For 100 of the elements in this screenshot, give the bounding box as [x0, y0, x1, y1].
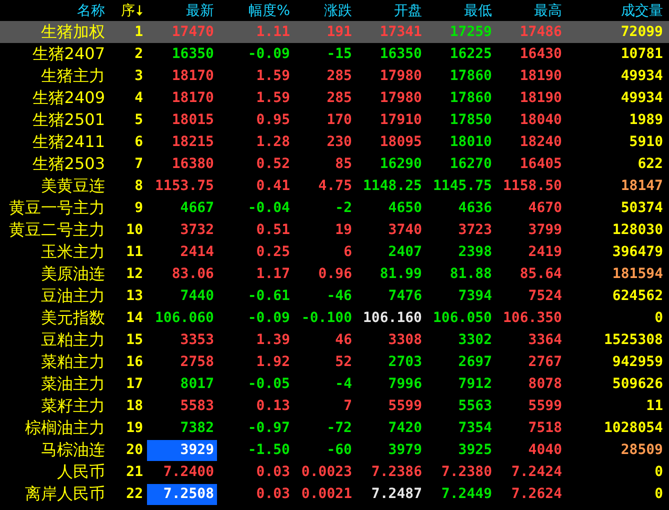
- row-number: 14: [126, 310, 143, 326]
- table-cell: 0: [654, 464, 663, 480]
- table-row[interactable]: 豆油主力 13 7440 -0.61 -46 7476 7394 7524 624562: [0, 285, 669, 307]
- table-cell: 7996: [388, 376, 422, 392]
- table-cell: 1.28: [256, 134, 290, 150]
- table-row[interactable]: 菜油主力 17 8017 -0.05 -4 7996 7912 8078 509626: [0, 373, 669, 395]
- table-row[interactable]: 人民币 21 7.2400 0.03 0.0023 7.2386 7.2380 7.2424 0: [0, 461, 669, 483]
- table-cell: 7912: [458, 376, 492, 392]
- table-cell: 50374: [620, 200, 663, 216]
- table-row[interactable]: 生猪主力 3 18170 1.59 285 17980 17860 18190 49934: [0, 65, 669, 87]
- table-cell: 1158.50: [502, 178, 562, 194]
- table-cell: 1148.25: [362, 178, 422, 194]
- table-cell: 49934: [620, 68, 663, 84]
- price-cell: 5583: [180, 398, 214, 414]
- row-number: 4: [134, 90, 143, 106]
- table-row[interactable]: 菜粕主力 16 2758 1.92 52 2703 2697 2767 942959: [0, 351, 669, 373]
- column-header[interactable]: 序: [121, 2, 135, 20]
- table-cell: 230: [326, 134, 352, 150]
- table-row[interactable]: 生猪2407 2 16350 -0.09 -15 16350 16225 16430 10781: [0, 43, 669, 65]
- table-cell: 7524: [528, 288, 562, 304]
- instrument-name: 生猪2503: [32, 154, 105, 174]
- table-row[interactable]: 玉米主力 11 2414 0.25 6 2407 2398 2419 396479: [0, 241, 669, 263]
- instrument-name: 离岸人民币: [25, 484, 105, 504]
- price-cell: 16380: [172, 156, 214, 172]
- column-header[interactable]: 最高: [534, 2, 562, 20]
- instrument-name: 菜油主力: [41, 374, 105, 394]
- table-cell: 7.2386: [371, 464, 422, 480]
- column-header[interactable]: 名称: [77, 2, 105, 20]
- column-header[interactable]: 涨跌: [324, 2, 352, 20]
- table-row[interactable]: 离岸人民币 22 7.2508 0.03 0.0021 7.2487 7.2449 7.2624 0: [0, 483, 669, 505]
- table-cell: 396479: [612, 244, 663, 260]
- table-cell: 7476: [388, 288, 422, 304]
- row-number: 16: [126, 354, 143, 370]
- price-cell: 7.2400: [163, 464, 214, 480]
- table-cell: 4670: [528, 200, 562, 216]
- table-row[interactable]: 棕榈油主力 19 7382 -0.97 -72 7420 7354 7518 1028054: [0, 417, 669, 439]
- table-cell: 0.25: [256, 244, 290, 260]
- column-header[interactable]: 幅度%: [248, 2, 290, 20]
- table-cell: -0.97: [248, 420, 290, 436]
- table-cell: 1.17: [256, 266, 290, 282]
- table-cell: 85.64: [520, 266, 562, 282]
- table-cell: 16290: [380, 156, 422, 172]
- table-cell: -0.61: [248, 288, 290, 304]
- row-number: 10: [126, 222, 143, 238]
- table-cell: 181594: [612, 266, 663, 282]
- table-cell: 0.03: [256, 486, 290, 502]
- table-cell: 509626: [612, 376, 663, 392]
- table-cell: 2703: [388, 354, 422, 370]
- table-cell: -46: [326, 288, 352, 304]
- instrument-name: 生猪2501: [32, 110, 105, 130]
- table-cell: -1.50: [248, 442, 290, 458]
- table-row[interactable]: 生猪2503 7 16380 0.52 85 16290 16270 16405 622: [0, 153, 669, 175]
- table-cell: 46: [335, 332, 352, 348]
- instrument-name: 菜粕主力: [41, 352, 105, 372]
- price-cell: 7382: [180, 420, 214, 436]
- instrument-name: 豆粕主力: [41, 330, 105, 350]
- row-number: 6: [134, 134, 143, 150]
- price-cell: 2414: [180, 244, 214, 260]
- table-cell: 285: [326, 68, 352, 84]
- column-header[interactable]: 最新: [186, 2, 214, 20]
- instrument-name: 玉米主力: [41, 242, 105, 262]
- column-header[interactable]: 成交量: [621, 2, 663, 20]
- table-cell: 18095: [380, 134, 422, 150]
- table-row[interactable]: 生猪2501 5 18015 0.95 170 17910 17850 18040 1989: [0, 109, 669, 131]
- table-cell: -60: [326, 442, 352, 458]
- table-cell: 7.2624: [511, 486, 562, 502]
- price-cell: 4667: [180, 200, 214, 216]
- table-row[interactable]: 生猪2409 4 18170 1.59 285 17980 17860 18190 49934: [0, 87, 669, 109]
- row-number: 9: [134, 200, 143, 216]
- table-cell: 7420: [388, 420, 422, 436]
- table-row[interactable]: 菜籽主力 18 5583 0.13 7 5599 5563 5599 11: [0, 395, 669, 417]
- table-cell: 106.350: [502, 310, 562, 326]
- table-row[interactable]: 美元指数 14 106.060 -0.09 -0.100 106.160 106.050 106.350 0: [0, 307, 669, 329]
- table-cell: 3799: [528, 222, 562, 238]
- table-cell: -2: [335, 200, 352, 216]
- table-row[interactable]: 生猪加权 1 17470 1.11 191 17341 17259 17486 72099: [0, 21, 669, 43]
- table-cell: 1525308: [604, 332, 663, 348]
- column-header[interactable]: 开盘: [394, 2, 422, 20]
- table-cell: 49934: [620, 90, 663, 106]
- row-number: 5: [134, 112, 143, 128]
- table-cell: 11: [646, 398, 663, 414]
- table-row[interactable]: 豆粕主力 15 3353 1.39 46 3308 3302 3364 1525308: [0, 329, 669, 351]
- instrument-name: 生猪2407: [32, 44, 105, 64]
- table-row[interactable]: 美黄豆连 8 1153.75 0.41 4.75 1148.25 1145.75 1158.50 18147: [0, 175, 669, 197]
- table-row[interactable]: 黄豆一号主力 9 4667 -0.04 -2 4650 4636 4670 50374: [0, 197, 669, 219]
- instrument-name: 生猪2409: [32, 88, 105, 108]
- table-cell: 622: [638, 156, 663, 172]
- table-cell: 17980: [380, 68, 422, 84]
- row-number: 22: [126, 486, 143, 502]
- table-row[interactable]: 黄豆二号主力 10 3732 0.51 19 3740 3723 3799 128030: [0, 219, 669, 241]
- table-cell: 106.050: [432, 310, 492, 326]
- table-row[interactable]: 生猪2411 6 18215 1.28 230 18095 18010 18240 5910: [0, 131, 669, 153]
- table-row[interactable]: 美原油连 12 83.06 1.17 0.96 81.99 81.88 85.64 181594: [0, 263, 669, 285]
- table-cell: 17486: [520, 24, 562, 40]
- table-cell: 0.96: [318, 266, 352, 282]
- column-header[interactable]: 最低: [464, 2, 492, 20]
- table-cell: 17259: [450, 24, 492, 40]
- table-cell: 1.11: [256, 24, 290, 40]
- table-cell: 0.13: [256, 398, 290, 414]
- table-row[interactable]: 马棕油连 20 3929 -1.50 -60 3979 3925 4040 28509: [0, 439, 669, 461]
